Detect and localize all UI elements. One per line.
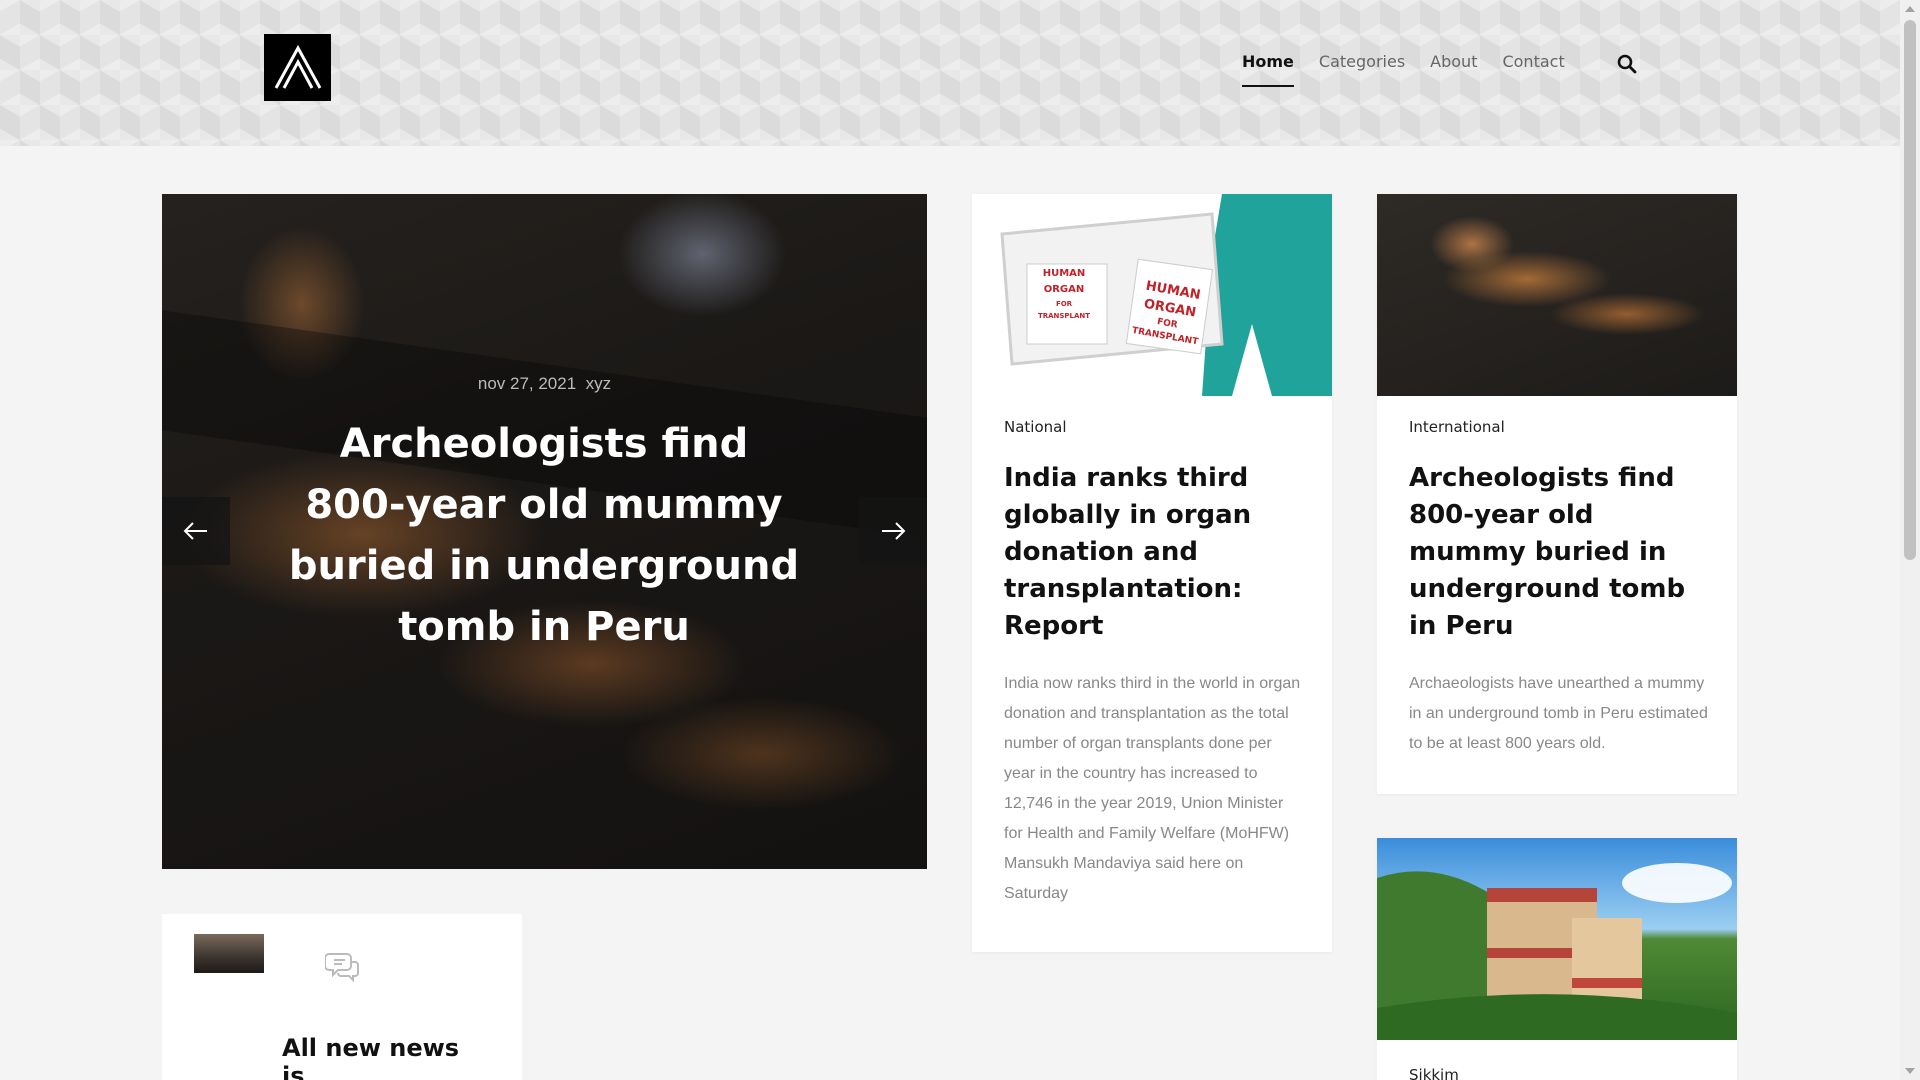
card-image[interactable] — [1377, 194, 1737, 396]
card-title[interactable]: India ranks third globally in organ dona… — [1004, 460, 1304, 645]
site-logo[interactable] — [264, 34, 331, 101]
card-body: National India ranks third globally in o… — [1004, 418, 1304, 909]
scroll-thumb[interactable] — [1904, 20, 1916, 560]
hero-title[interactable]: Archeologists find 800-year old mummy bu… — [284, 414, 804, 658]
arrow-left-icon — [183, 522, 207, 540]
page-scrollbar[interactable] — [1900, 0, 1920, 1080]
site-header: Home Categories About Contact — [0, 0, 1900, 146]
card-category[interactable]: International — [1409, 418, 1709, 436]
card-body: Sikkim — [1409, 1066, 1709, 1080]
search-icon[interactable] — [1617, 54, 1637, 74]
widget-thumbnail[interactable] — [194, 934, 264, 973]
widget-title[interactable]: All new news is — [282, 1034, 482, 1080]
nav-about[interactable]: About — [1430, 52, 1477, 87]
hero-date: nov 27, 2021 — [477, 374, 577, 393]
nav-home[interactable]: Home — [1242, 52, 1294, 87]
nav-contact[interactable]: Contact — [1502, 52, 1564, 87]
organ-box-illustration: HUMAN ORGAN FOR TRANSPLANT HUMANORGANFORTRA… — [972, 194, 1332, 396]
slider-prev-button[interactable] — [162, 497, 230, 565]
card-image[interactable] — [1377, 838, 1737, 1040]
hero-author[interactable]: xyz — [586, 374, 612, 393]
card-body: International Archeologists find 800-yea… — [1409, 418, 1709, 759]
chat-bubbles-icon — [325, 953, 359, 983]
nav-categories[interactable]: Categories — [1319, 52, 1405, 87]
article-card-sikkim[interactable]: Sikkim — [1377, 838, 1737, 1080]
hero-slider[interactable]: nov 27, 2021 xyz Archeologists find 800-… — [162, 194, 927, 869]
card-category[interactable]: National — [1004, 418, 1304, 436]
article-card-mummy[interactable]: International Archeologists find 800-yea… — [1377, 194, 1737, 794]
scroll-down-arrow-icon[interactable] — [1905, 1068, 1915, 1074]
logo-icon — [274, 44, 321, 89]
slider-next-button[interactable] — [859, 497, 927, 565]
latest-news-widget: All new news is — [162, 914, 522, 1080]
scroll-up-arrow-icon[interactable] — [1905, 6, 1915, 12]
card-title[interactable]: Archeologists find 800-year old mummy bu… — [1409, 460, 1709, 645]
card-image[interactable]: HUMAN ORGAN FOR TRANSPLANT HUMANORGANFORTRA… — [972, 194, 1332, 396]
article-card-organ[interactable]: HUMAN ORGAN FOR TRANSPLANT HUMANORGANFORTRA… — [972, 194, 1332, 952]
card-category[interactable]: Sikkim — [1409, 1066, 1709, 1080]
hero-meta: nov 27, 2021 xyz — [162, 374, 927, 394]
sikkim-building-illustration — [1377, 838, 1737, 1040]
card-excerpt: India now ranks third in the world in or… — [1004, 675, 1301, 902]
arrow-right-icon — [882, 522, 906, 540]
card-excerpt: Archaeologists have unearthed a mummy in… — [1409, 675, 1708, 752]
organ-label-left: HUMAN ORGAN FOR TRANSPLANT — [1038, 268, 1090, 320]
main-nav: Home Categories About Contact — [1242, 52, 1565, 87]
